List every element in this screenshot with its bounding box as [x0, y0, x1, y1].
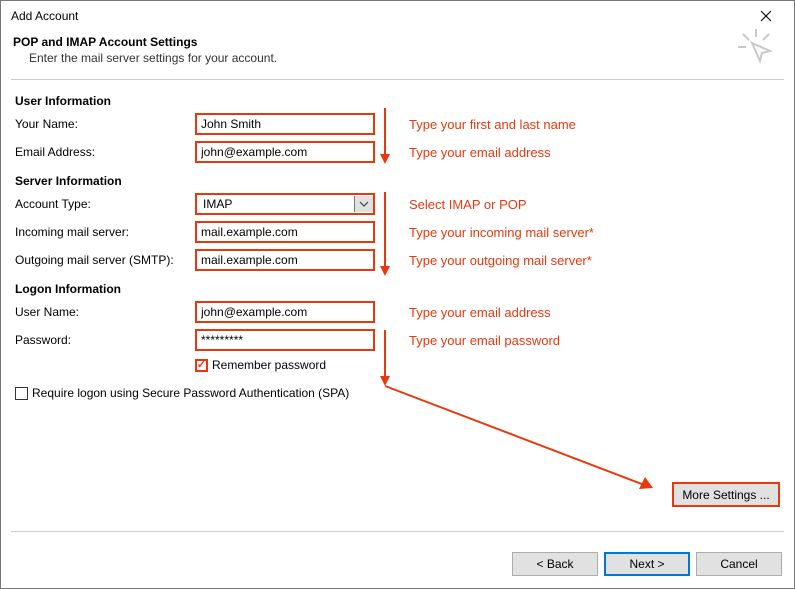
row-spa: Require logon using Secure Password Auth… [15, 386, 780, 400]
row-username: User Name: Type your email address [15, 300, 780, 324]
checkbox-icon [195, 359, 208, 372]
password-label: Password: [15, 333, 195, 347]
section-logon-info: Logon Information [15, 282, 780, 296]
dialog-header: POP and IMAP Account Settings Enter the … [1, 31, 794, 75]
your-name-input[interactable] [195, 113, 375, 135]
cancel-label: Cancel [720, 557, 757, 571]
titlebar: Add Account [1, 1, 794, 31]
next-button[interactable]: Next > [604, 552, 690, 576]
row-incoming: Incoming mail server: Type your incoming… [15, 220, 780, 244]
incoming-hint: Type your incoming mail server* [409, 225, 594, 240]
row-your-name: Your Name: Type your first and last name [15, 112, 780, 136]
username-hint: Type your email address [409, 305, 551, 320]
cursor-click-icon [736, 27, 776, 70]
account-type-select[interactable]: IMAP [195, 193, 375, 215]
your-name-hint: Type your first and last name [409, 117, 576, 132]
outgoing-label: Outgoing mail server (SMTP): [15, 253, 195, 267]
incoming-label: Incoming mail server: [15, 225, 195, 239]
remember-password-checkbox[interactable]: Remember password [195, 358, 326, 372]
footer-divider [11, 531, 784, 532]
more-settings-label: More Settings ... [682, 488, 769, 502]
close-icon [760, 10, 772, 22]
header-subtitle: Enter the mail server settings for your … [29, 51, 782, 65]
header-divider [11, 79, 784, 80]
spa-label: Require logon using Secure Password Auth… [32, 386, 349, 400]
back-button[interactable]: < Back [512, 552, 598, 576]
next-label: Next > [629, 557, 664, 571]
remember-password-label: Remember password [212, 358, 326, 372]
back-label: < Back [536, 557, 573, 571]
row-account-type: Account Type: IMAP Select IMAP or POP [15, 192, 780, 216]
section-user-info: User Information [15, 94, 780, 108]
account-type-value: IMAP [201, 197, 232, 211]
button-bar: < Back Next > Cancel [512, 552, 782, 576]
add-account-window: Add Account POP and IMAP Account Setting… [0, 0, 795, 589]
password-hint: Type your email password [409, 333, 560, 348]
username-label: User Name: [15, 305, 195, 319]
checkbox-icon [15, 387, 28, 400]
spa-checkbox[interactable]: Require logon using Secure Password Auth… [15, 386, 349, 400]
account-type-label: Account Type: [15, 197, 195, 211]
header-title: POP and IMAP Account Settings [13, 35, 782, 49]
password-input[interactable] [195, 329, 375, 351]
window-title: Add Account [11, 9, 746, 23]
cancel-button[interactable]: Cancel [696, 552, 782, 576]
row-email: Email Address: Type your email address [15, 140, 780, 164]
outgoing-server-input[interactable] [195, 249, 375, 271]
row-remember-password: Remember password [195, 358, 780, 372]
more-settings-button[interactable]: More Settings ... [672, 482, 780, 507]
section-server-info: Server Information [15, 174, 780, 188]
incoming-server-input[interactable] [195, 221, 375, 243]
chevron-down-icon [359, 201, 369, 207]
row-outgoing: Outgoing mail server (SMTP): Type your o… [15, 248, 780, 272]
row-password: Password: Type your email password [15, 328, 780, 352]
account-type-hint: Select IMAP or POP [409, 197, 527, 212]
dropdown-button[interactable] [354, 196, 373, 212]
form-content: User Information Your Name: Type your fi… [1, 84, 794, 400]
email-input[interactable] [195, 141, 375, 163]
email-hint: Type your email address [409, 145, 551, 160]
username-input[interactable] [195, 301, 375, 323]
outgoing-hint: Type your outgoing mail server* [409, 253, 592, 268]
email-label: Email Address: [15, 145, 195, 159]
your-name-label: Your Name: [15, 117, 195, 131]
